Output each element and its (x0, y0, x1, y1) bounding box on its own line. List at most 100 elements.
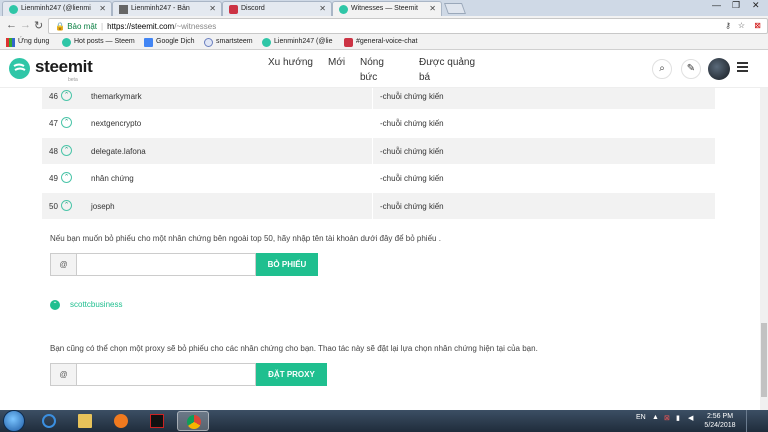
close-icon[interactable]: ✕ (429, 4, 436, 13)
forward-arrow-icon[interactable]: → (20, 19, 31, 31)
upvote-chevron-icon[interactable]: ⌃ (61, 200, 72, 211)
column-divider (372, 138, 373, 164)
column-divider (372, 110, 373, 136)
witness-name-input[interactable] (76, 253, 256, 276)
game-app-icon (150, 414, 164, 428)
close-icon[interactable]: ✕ (209, 4, 216, 13)
new-tab-button[interactable] (443, 3, 467, 14)
upvote-chevron-icon[interactable]: ⌃ (61, 117, 72, 128)
witness-status[interactable]: -chuỗi chứng kiến (380, 202, 444, 211)
taskbar-chrome[interactable] (177, 411, 209, 431)
bookmark-general-voice-chat[interactable]: #general-voice-chat (344, 38, 417, 47)
maximize-icon[interactable]: ❐ (732, 0, 740, 11)
key-icon[interactable]: ⚷ (725, 21, 731, 30)
logo-beta: beta (68, 77, 78, 83)
witness-name[interactable]: themarkymark (91, 92, 142, 101)
discord-favicon-icon (344, 38, 353, 47)
steemit-logo-icon[interactable] (9, 58, 30, 79)
nav-trending[interactable]: Xu hướng (268, 55, 328, 70)
tab-discord[interactable]: Discord ✕ (222, 1, 332, 16)
taskbar-explorer[interactable] (69, 411, 101, 431)
close-icon[interactable]: ✕ (99, 4, 106, 13)
url-path: /~witnesses (174, 22, 217, 31)
upvote-chevron-icon[interactable]: ⌃ (61, 90, 72, 101)
taskbar-ie[interactable] (33, 411, 65, 431)
witness-name[interactable]: nhân chứng (91, 174, 134, 183)
address-bar-row: ← → ↻ 🔒 Bảo mật | https://steemit.com/~wit… (0, 16, 768, 36)
pencil-icon[interactable]: ✎ (681, 59, 701, 79)
hamburger-menu-icon[interactable] (737, 62, 748, 74)
witness-name[interactable]: delegate.lafona (91, 147, 146, 156)
close-icon[interactable]: ✕ (319, 4, 326, 13)
set-proxy-button[interactable]: ĐẶT PROXY (256, 363, 327, 386)
witness-status[interactable]: -chuỗi chứng kiến (380, 119, 444, 128)
show-desktop-button[interactable] (746, 410, 768, 432)
tab-title: Discord (241, 5, 265, 12)
volume-icon[interactable]: ◀ (688, 414, 693, 422)
logo-text[interactable]: steemit (35, 57, 93, 77)
network-icon[interactable]: ▮ (676, 414, 680, 422)
at-prefix: @ (50, 253, 77, 276)
close-window-icon[interactable]: ✕ (752, 0, 760, 11)
bolt-icon (119, 5, 128, 14)
browser-tab-strip: Lienminh247 (@lienmi ✕ Lienminh247 - Bản… (0, 0, 768, 16)
vote-button[interactable]: BỎ PHIẾU (256, 253, 318, 276)
witness-name[interactable]: nextgencrypto (91, 119, 141, 128)
bookmark-hot-posts[interactable]: Hot posts — Steem (62, 38, 135, 47)
reload-icon[interactable]: ↻ (34, 19, 43, 32)
bookmark-apps[interactable]: Ứng dụng (6, 38, 49, 47)
witness-name[interactable]: joseph (91, 202, 115, 211)
upvote-chevron-icon[interactable]: ⌃ (61, 172, 72, 183)
witness-rank: 47 (49, 119, 58, 128)
witness-rank: 46 (49, 92, 58, 101)
nav-hot[interactable]: Nóng bức (360, 55, 396, 85)
star-icon[interactable]: ☆ (738, 21, 745, 30)
bookmark-label: Lienminh247 (@lie (274, 38, 333, 45)
proxy-instruction: Bạn cũng có thể chọn một proxy sẽ bỏ phi… (50, 344, 538, 353)
search-icon[interactable]: ⌕ (652, 59, 672, 79)
tab-lienminh247-steemit[interactable]: Lienminh247 (@lienmi ✕ (2, 1, 112, 16)
minimize-icon[interactable]: — (712, 0, 721, 10)
tray-arrow-icon[interactable]: ▲ (652, 414, 659, 421)
bookmark-label: smartsteem (216, 38, 253, 45)
witness-status[interactable]: -chuỗi chứng kiến (380, 147, 444, 156)
table-row: 48 ⌃ delegate.lafona -chuỗi chứng kiến (42, 138, 715, 164)
discord-favicon-icon (229, 5, 238, 14)
smartsteem-icon (204, 38, 213, 47)
bookmark-google-translate[interactable]: Google Dịch (144, 38, 195, 47)
table-row: 49 ⌃ nhân chứng -chuỗi chứng kiến (42, 165, 715, 191)
avatar[interactable] (708, 58, 730, 80)
folder-icon (78, 414, 92, 428)
tab-title: Lienminh247 - Bản (131, 5, 190, 12)
security-label: Bảo mật (67, 22, 97, 31)
tab-lienminh247-draft[interactable]: Lienminh247 - Bản ✕ (112, 1, 222, 16)
taskbar-media[interactable] (105, 411, 137, 431)
clock-date: 5/24/2018 (704, 422, 736, 429)
proxy-input[interactable] (76, 363, 256, 386)
current-vote-name[interactable]: scottcbusiness (70, 300, 122, 309)
bookmark-smartsteem[interactable]: smartsteem (204, 38, 253, 47)
nav-promoted[interactable]: Được quảng bá (419, 55, 481, 85)
witness-status[interactable]: -chuỗi chứng kiến (380, 174, 444, 183)
upvote-chevron-icon[interactable]: ⌃ (50, 300, 60, 310)
taskbar-game[interactable] (141, 411, 173, 431)
page-scrollbar[interactable] (760, 88, 768, 410)
upvote-chevron-icon[interactable]: ⌃ (61, 145, 72, 156)
steemit-favicon-icon (9, 5, 18, 14)
witness-page: 46 ⌃ themarkymark -chuỗi chứng kiến 47 ⌃… (0, 88, 760, 410)
language-indicator[interactable]: EN (636, 414, 646, 421)
start-button-icon[interactable] (3, 410, 25, 432)
bookmark-lienminh247[interactable]: Lienminh247 (@lie (262, 38, 333, 47)
url-field[interactable]: 🔒 Bảo mật | https://steemit.com/~witnesses… (48, 18, 768, 34)
windows-taskbar: EN ▲ ⊠ ▮ ◀ 2:56 PM 5/24/2018 (0, 410, 768, 432)
witness-status[interactable]: -chuỗi chứng kiến (380, 92, 444, 101)
tab-witnesses-steemit[interactable]: Witnesses — Steemit ✕ (332, 1, 442, 16)
back-arrow-icon[interactable]: ← (6, 19, 17, 31)
extension-icon[interactable]: ⊠ (754, 21, 761, 30)
vote-instruction: Nếu bạn muốn bỏ phiếu cho một nhân chứng… (50, 234, 441, 243)
tray-extension-icon[interactable]: ⊠ (664, 414, 670, 422)
column-divider (372, 193, 373, 219)
chrome-icon (187, 415, 201, 429)
taskbar-clock[interactable]: 2:56 PM 5/24/2018 (700, 412, 740, 430)
scrollbar-thumb[interactable] (761, 323, 767, 397)
